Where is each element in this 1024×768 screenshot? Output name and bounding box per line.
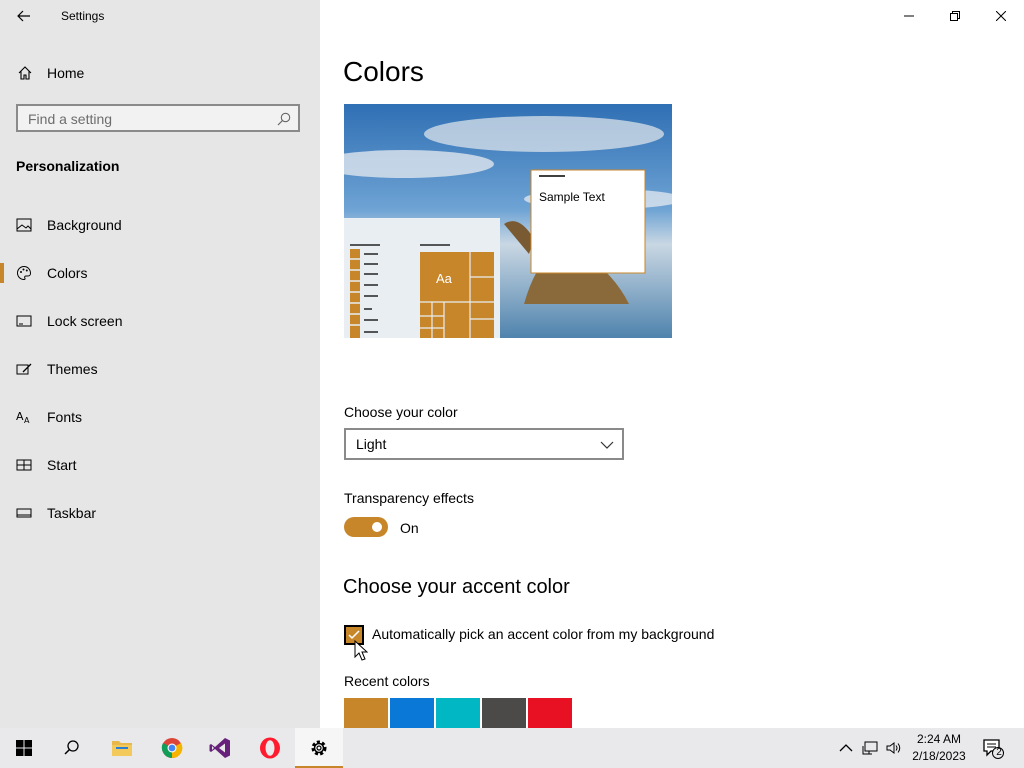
sidebar-item-label: Colors: [47, 265, 88, 281]
sidebar-item-colors[interactable]: Colors: [0, 253, 320, 293]
sidebar-item-label: Lock screen: [47, 313, 123, 329]
home-icon: [18, 66, 32, 80]
fonts-icon: AA: [16, 410, 30, 425]
color-swatch[interactable]: [390, 698, 434, 728]
sidebar-item-lock-screen[interactable]: Lock screen: [0, 301, 320, 341]
search-icon: [64, 740, 79, 755]
recent-colors: [344, 698, 572, 728]
sidebar-item-label: Taskbar: [47, 505, 97, 521]
sidebar-item-background[interactable]: Background: [0, 205, 320, 245]
sidebar-item-start[interactable]: Start: [0, 445, 320, 485]
volume-icon[interactable]: [886, 740, 902, 756]
taskbar-settings[interactable]: [295, 728, 343, 768]
settings-gear-icon: [311, 740, 327, 756]
nav-home[interactable]: Home: [0, 58, 320, 88]
visual-studio-icon: [209, 738, 230, 758]
selection-indicator: [0, 263, 4, 283]
sidebar-item-taskbar[interactable]: Taskbar: [0, 493, 320, 533]
search-icon: [277, 112, 291, 126]
start-button[interactable]: [0, 728, 48, 768]
preview-sample-text: Sample Text: [539, 190, 605, 204]
sidebar-item-label: Start: [47, 457, 77, 473]
windows-start-icon: [16, 740, 32, 756]
taskbar: 2: [0, 728, 1024, 768]
page-title: Colors: [343, 56, 424, 87]
color-preview: Aa Sample Text: [344, 104, 672, 338]
choose-color-value: Light: [356, 436, 387, 452]
color-swatch[interactable]: [528, 698, 572, 728]
restore-button[interactable]: [932, 0, 978, 32]
close-button[interactable]: [978, 0, 1024, 32]
section-heading: Personalization: [16, 158, 120, 174]
back-arrow-icon: [17, 10, 30, 22]
transparency-label: Transparency effects: [344, 490, 474, 506]
minimize-button[interactable]: [886, 0, 932, 32]
color-swatch[interactable]: [344, 698, 388, 728]
color-swatch[interactable]: [436, 698, 480, 728]
clock-time: 2:24 AM: [916, 732, 962, 746]
recent-colors-label: Recent colors: [344, 673, 430, 689]
network-icon[interactable]: [862, 740, 878, 756]
close-icon: [996, 11, 1006, 21]
themes-icon: [16, 363, 32, 375]
clock-date: 2/18/2023: [912, 749, 966, 763]
nav-home-label: Home: [47, 65, 85, 81]
svg-text:A: A: [24, 416, 30, 425]
taskbar-chrome[interactable]: [148, 728, 196, 768]
taskbar-file-explorer[interactable]: [98, 728, 146, 768]
opera-icon: [260, 737, 280, 759]
auto-accent-label: Automatically pick an accent color from …: [372, 626, 715, 642]
taskbar-clock[interactable]: 2:24 AM 2/18/2023: [906, 731, 972, 765]
picture-icon: [16, 218, 32, 232]
toggle-knob: [372, 522, 382, 532]
sidebar: Settings Home Find a setting Personaliza…: [0, 0, 320, 728]
sidebar-item-label: Themes: [47, 361, 98, 377]
back-button[interactable]: [12, 4, 36, 28]
taskbar-visual-studio[interactable]: [196, 728, 244, 768]
sidebar-item-themes[interactable]: Themes: [0, 349, 320, 389]
notification-count: 2: [996, 747, 1002, 758]
choose-color-dropdown[interactable]: Light: [344, 428, 624, 460]
transparency-toggle[interactable]: [344, 517, 388, 537]
palette-icon: [17, 265, 32, 281]
sidebar-item-label: Background: [47, 217, 122, 233]
show-hidden-icons-chevron-up-icon[interactable]: [838, 740, 854, 756]
search-input[interactable]: Find a setting: [16, 104, 300, 132]
file-explorer-icon: [112, 741, 132, 756]
minimize-icon: [904, 15, 914, 17]
preview-image: Aa Sample Text: [344, 104, 672, 338]
restore-icon: [950, 11, 960, 21]
taskbar-opera[interactable]: [246, 728, 294, 768]
choose-color-label: Choose your color: [344, 404, 458, 420]
lock-screen-icon: [16, 315, 32, 327]
transparency-state: On: [400, 520, 419, 536]
sidebar-item-fonts[interactable]: AA Fonts: [0, 397, 320, 437]
sidebar-item-label: Fonts: [47, 409, 83, 425]
chrome-icon: [161, 738, 183, 759]
app-title: Settings: [61, 9, 105, 23]
start-icon: [16, 459, 32, 471]
chevron-down-icon: [600, 441, 614, 449]
preview-tile-text: Aa: [436, 271, 453, 286]
search-placeholder: Find a setting: [28, 111, 113, 127]
taskbar-search-button[interactable]: [48, 728, 96, 768]
svg-text:A: A: [16, 410, 24, 423]
mouse-cursor-icon: [354, 640, 368, 661]
color-swatch[interactable]: [482, 698, 526, 728]
accent-heading: Choose your accent color: [343, 576, 570, 598]
taskbar-icon: [16, 508, 32, 518]
